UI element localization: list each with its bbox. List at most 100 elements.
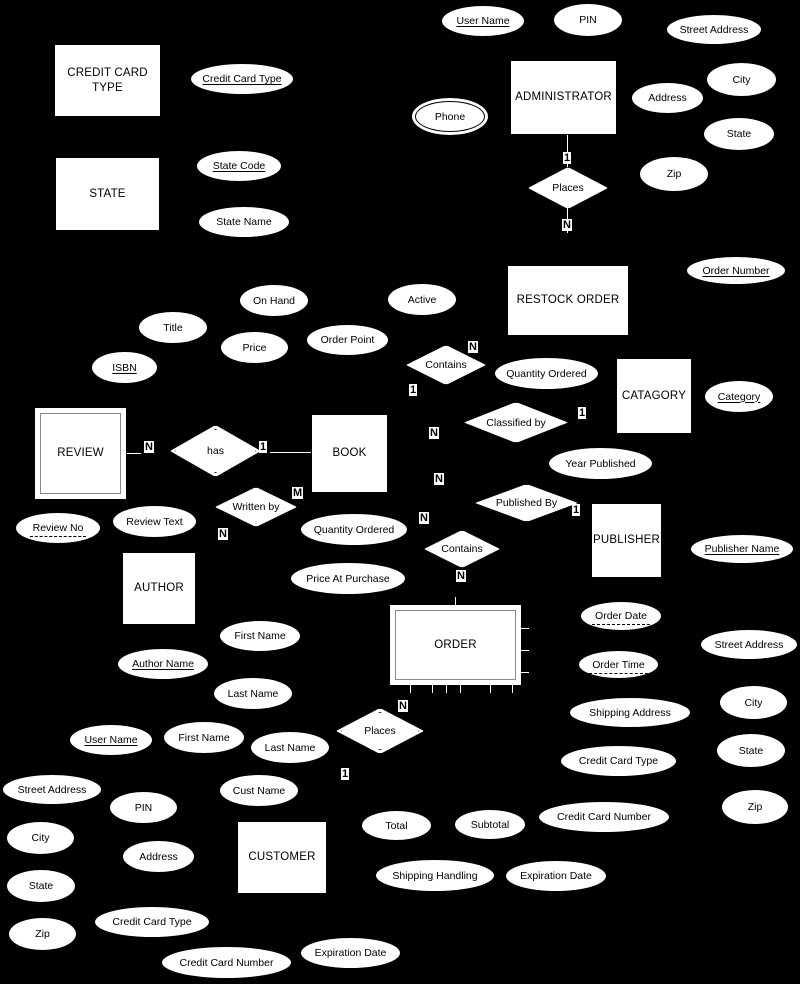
cardinality-written-n: N: [218, 528, 228, 540]
attribute-shipping-handling[interactable]: Shipping Handling: [375, 859, 495, 892]
attribute-shipping-address[interactable]: Shipping Address: [569, 697, 691, 728]
attribute-restock-quantity-ordered[interactable]: Quantity Ordered: [494, 357, 599, 390]
relationship-classified-by[interactable]: Classified by: [464, 402, 568, 443]
attribute-order-expiration-date[interactable]: Expiration Date: [505, 860, 607, 892]
attribute-order-credit-card-number[interactable]: Credit Card Number: [538, 801, 670, 833]
attribute-review-text[interactable]: Review Text: [112, 505, 197, 538]
attribute-admin-state[interactable]: State: [703, 117, 775, 151]
attribute-customer-user-name[interactable]: User Name: [69, 724, 153, 756]
attribute-credit-card-type[interactable]: Credit Card Type: [190, 63, 294, 95]
entity-administrator[interactable]: ADMINISTRATOR: [510, 60, 617, 135]
attribute-customer-first-name[interactable]: First Name: [163, 721, 245, 754]
attribute-customer-credit-card-number[interactable]: Credit Card Number: [161, 946, 292, 979]
attribute-price[interactable]: Price: [220, 331, 289, 364]
weak-entity-inner-border: REVIEW: [40, 413, 121, 494]
attribute-order-credit-card-type[interactable]: Credit Card Type: [560, 745, 677, 777]
cardinality-classified-1: 1: [578, 407, 587, 419]
attribute-admin-zip[interactable]: Zip: [639, 156, 709, 192]
attribute-order-time[interactable]: Order Time: [578, 650, 659, 679]
attribute-label: Year Published: [565, 457, 636, 470]
attribute-label: First Name: [178, 731, 230, 744]
attribute-on-hand[interactable]: On Hand: [239, 284, 309, 317]
attribute-label: User Name: [84, 734, 138, 746]
attribute-author-name[interactable]: Author Name: [117, 648, 209, 680]
attribute-review-no[interactable]: Review No: [15, 512, 101, 544]
relationship-has[interactable]: has: [170, 425, 261, 477]
attribute-state-code[interactable]: State Code: [196, 150, 282, 182]
cardinality-contains-restock-1: 1: [409, 384, 418, 396]
entity-customer[interactable]: CUSTOMER: [237, 821, 327, 894]
attribute-total[interactable]: Total: [361, 810, 432, 841]
attribute-label: Active: [407, 293, 437, 306]
entity-review[interactable]: REVIEW: [34, 407, 127, 500]
relationship-published-by[interactable]: Published By: [475, 484, 578, 522]
entity-restock-order[interactable]: RESTOCK ORDER: [507, 265, 629, 336]
attribute-customer-address[interactable]: Address: [122, 840, 195, 873]
attribute-customer-zip[interactable]: Zip: [8, 917, 77, 951]
attribute-author-first-name[interactable]: First Name: [219, 620, 301, 652]
attribute-admin-pin[interactable]: PIN: [553, 3, 623, 37]
attribute-label: Quantity Ordered: [313, 523, 395, 536]
attribute-label: Last Name: [227, 687, 279, 700]
attribute-label: State Name: [216, 216, 272, 228]
attribute-category[interactable]: Category: [704, 380, 774, 413]
attribute-order-city[interactable]: City: [719, 685, 788, 720]
attribute-admin-user-name[interactable]: User Name: [441, 5, 525, 37]
attribute-author-last-name[interactable]: Last Name: [213, 677, 293, 710]
attribute-price-at-purchase[interactable]: Price At Purchase: [290, 562, 406, 595]
relationship-label: Published By: [495, 497, 558, 509]
attribute-customer-expiration-date[interactable]: Expiration Date: [300, 937, 401, 969]
attribute-customer-cust-name[interactable]: Cust Name: [219, 774, 299, 807]
attribute-order-zip[interactable]: Zip: [721, 789, 789, 825]
attribute-label: Phone: [434, 110, 466, 123]
attribute-customer-street-address[interactable]: Street Address: [2, 774, 102, 805]
attribute-active[interactable]: Active: [387, 283, 457, 316]
attribute-order-number[interactable]: Order Number: [686, 256, 786, 285]
attribute-customer-state[interactable]: State: [6, 869, 76, 903]
attribute-title[interactable]: Title: [138, 311, 208, 344]
attribute-order-street-address[interactable]: Street Address: [700, 629, 798, 660]
entity-state[interactable]: STATE: [55, 157, 160, 231]
relationship-contains-restock[interactable]: Contains: [406, 345, 486, 385]
attribute-label: Cust Name: [232, 784, 286, 797]
cardinality-has-1: 1: [259, 441, 268, 453]
attribute-line-quantity-ordered[interactable]: Quantity Ordered: [300, 513, 408, 546]
order-stub-bottom-3: [446, 685, 447, 693]
attribute-order-point[interactable]: Order Point: [306, 324, 389, 356]
attribute-year-published[interactable]: Year Published: [548, 447, 653, 480]
attribute-customer-last-name[interactable]: Last Name: [250, 731, 330, 764]
entity-book[interactable]: BOOK: [311, 414, 388, 493]
attribute-state-name[interactable]: State Name: [198, 206, 290, 238]
relationship-places-cust[interactable]: Places: [336, 708, 424, 754]
relationship-contains-order[interactable]: Contains: [424, 530, 500, 568]
attribute-admin-city[interactable]: City: [706, 62, 777, 97]
attribute-order-date[interactable]: Order Date: [580, 601, 662, 631]
entity-author[interactable]: AUTHOR: [122, 552, 196, 625]
attribute-label: Price: [242, 341, 267, 354]
cardinality-admin-places-n: N: [562, 219, 572, 231]
attribute-admin-street-address[interactable]: Street Address: [666, 14, 762, 45]
attribute-publisher-name[interactable]: Publisher Name: [690, 534, 794, 564]
attribute-customer-credit-card-type[interactable]: Credit Card Type: [94, 906, 210, 938]
entity-publisher[interactable]: PUBLISHER: [591, 503, 662, 578]
attribute-admin-phone[interactable]: Phone: [411, 97, 489, 136]
er-diagram-canvas: CREDIT CARD TYPE Credit Card Type STATE …: [0, 0, 800, 984]
attribute-order-state[interactable]: State: [716, 733, 786, 768]
attribute-customer-pin[interactable]: PIN: [109, 791, 178, 824]
entity-credit-card-type[interactable]: CREDIT CARD TYPE: [54, 44, 161, 117]
attribute-label: Credit Card Number: [179, 956, 274, 969]
entity-label: STATE: [89, 187, 126, 200]
attribute-label: Author Name: [132, 658, 194, 670]
entity-catagory[interactable]: CATAGORY: [616, 358, 692, 434]
relationship-written-by[interactable]: Written by: [215, 487, 297, 527]
cardinality-admin-places-1: 1: [563, 152, 572, 164]
attribute-subtotal[interactable]: Subtotal: [454, 809, 526, 840]
attribute-isbn[interactable]: ISBN: [91, 351, 158, 384]
order-stub-bottom-5: [490, 685, 491, 693]
attribute-customer-city[interactable]: City: [6, 821, 75, 855]
attribute-label: State: [28, 880, 54, 892]
entity-order[interactable]: ORDER: [389, 604, 522, 686]
entity-label: ORDER: [434, 638, 477, 651]
relationship-places-admin[interactable]: Places: [528, 167, 608, 209]
attribute-admin-address[interactable]: Address: [631, 82, 704, 114]
